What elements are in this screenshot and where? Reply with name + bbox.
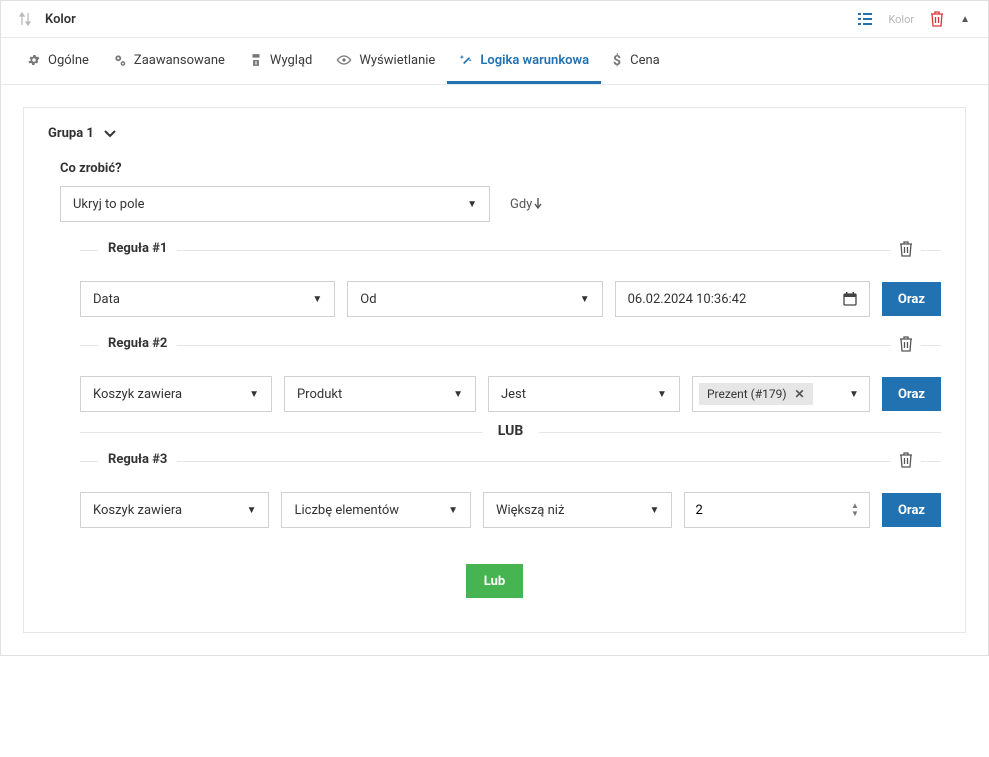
rule-row: Koszyk zawiera ▼ Liczbę elementów ▼ Więk… — [80, 492, 941, 528]
tab-appearance[interactable]: Wygląd — [237, 38, 324, 84]
or-button[interactable]: Lub — [466, 564, 523, 598]
arrow-down-icon — [534, 198, 542, 210]
and-button[interactable]: Oraz — [882, 377, 941, 411]
rule-date-value: 06.02.2024 10:36:42 — [628, 292, 747, 307]
chevron-down-icon: ▼ — [657, 389, 667, 400]
and-button[interactable]: Oraz — [882, 282, 941, 316]
tab-conditional-logic[interactable]: Logika warunkowa — [447, 38, 601, 84]
delete-field-icon[interactable] — [930, 11, 944, 27]
chevron-down-icon: ▼ — [849, 389, 865, 400]
chevron-down-icon: ▼ — [247, 505, 257, 516]
rule-legend: Reguła #2 — [98, 336, 177, 351]
wand-icon — [459, 53, 473, 68]
action-select[interactable]: Ukryj to pole ▼ — [60, 186, 490, 222]
tab-label: Ogólne — [48, 53, 89, 68]
or-divider: LUB — [80, 432, 941, 433]
gear-icon — [27, 53, 41, 68]
tab-advanced[interactable]: Zaawansowane — [101, 38, 237, 84]
panel-header-right: Kolor ▲ — [858, 11, 970, 27]
rule-row: Koszyk zawiera ▼ Produkt ▼ Jest ▼ — [80, 376, 941, 412]
conditional-panel: Grupa 1 Co zrobić? Ukryj to pole ▼ Gdy — [23, 107, 966, 633]
group-label: Grupa 1 — [48, 126, 94, 141]
or-label: LUB — [482, 423, 540, 439]
panel-title: Kolor — [45, 12, 76, 27]
when-label: Gdy — [510, 197, 542, 212]
rule-field-select[interactable]: Koszyk zawiera ▼ — [80, 492, 269, 528]
tab-label: Wyświetlanie — [359, 53, 435, 68]
rule-date-input[interactable]: 06.02.2024 10:36:42 — [615, 281, 870, 317]
tab-label: Cena — [630, 53, 660, 68]
chevron-down-icon: ▼ — [249, 389, 259, 400]
chevron-down-icon: ▼ — [650, 505, 660, 516]
rule-1: Reguła #1 Data ▼ Od ▼ — [48, 250, 941, 317]
svg-text:$: $ — [613, 52, 621, 68]
rule-op-value: Większą niż — [496, 503, 564, 518]
delete-rule-icon[interactable] — [891, 452, 921, 468]
rule-op-value: Od — [360, 292, 376, 307]
rule-field-select[interactable]: Data ▼ — [80, 281, 335, 317]
delete-rule-icon[interactable] — [891, 336, 921, 352]
panel-header-left: Kolor — [19, 11, 76, 27]
collapse-caret-icon[interactable]: ▲ — [960, 14, 970, 25]
rule-row: Data ▼ Od ▼ 06.02.2024 10:36:42 — [80, 281, 941, 317]
rule-operator-select[interactable]: Od ▼ — [347, 281, 602, 317]
delete-rule-icon[interactable] — [891, 241, 921, 257]
action-value: Ukryj to pole — [73, 197, 145, 212]
rule-field-value: Koszyk zawiera — [93, 387, 182, 402]
rule-operator-select[interactable]: Jest ▼ — [488, 376, 680, 412]
sort-drag-icon[interactable] — [19, 11, 31, 27]
chevron-down-icon: ▼ — [580, 294, 590, 305]
rule-number-input[interactable]: ▲▼ — [684, 492, 869, 528]
tab-content: Grupa 1 Co zrobić? Ukryj to pole ▼ Gdy — [1, 85, 988, 655]
field-type-label: Kolor — [888, 13, 914, 26]
calendar-icon[interactable] — [843, 292, 857, 307]
product-tag-label: Prezent (#179) — [707, 387, 787, 401]
rule-3: Reguła #3 Koszyk zawiera ▼ Liczbę elemen… — [48, 461, 941, 528]
and-button[interactable]: Oraz — [882, 493, 941, 527]
action-row: Ukryj to pole ▼ Gdy — [60, 186, 941, 222]
rule-product-select[interactable]: Prezent (#179) ✕ ▼ — [692, 376, 870, 412]
field-panel: Kolor Kolor ▲ Ogólne Zaawansowane — [0, 0, 989, 656]
rule-operator-select[interactable]: Większą niż ▼ — [483, 492, 672, 528]
chevron-down-icon: ▼ — [453, 389, 463, 400]
product-tag: Prezent (#179) ✕ — [699, 383, 813, 405]
remove-tag-icon[interactable]: ✕ — [795, 387, 805, 401]
tab-label: Wygląd — [270, 53, 312, 68]
rule-2: Reguła #2 Koszyk zawiera ▼ Produkt ▼ — [48, 345, 941, 412]
rule-legend: Reguła #3 — [98, 452, 177, 467]
number-field[interactable] — [695, 503, 851, 518]
chevron-down-icon: ▼ — [467, 199, 477, 210]
rule-kind-select[interactable]: Produkt ▼ — [284, 376, 476, 412]
paint-icon — [249, 53, 263, 68]
tab-label: Zaawansowane — [134, 53, 225, 68]
eye-icon — [336, 53, 352, 68]
gears-icon — [113, 53, 127, 68]
rule-field-value: Koszyk zawiera — [93, 503, 182, 518]
chevron-down-icon: ▼ — [448, 505, 458, 516]
rule-op-value: Jest — [501, 387, 526, 402]
tabs-bar: Ogólne Zaawansowane Wygląd Wyświetlanie … — [1, 38, 988, 85]
rule-field-select[interactable]: Koszyk zawiera ▼ — [80, 376, 272, 412]
what-to-do-label: Co zrobić? — [60, 161, 941, 176]
group-header[interactable]: Grupa 1 — [48, 126, 941, 141]
rule-kind-value: Liczbę elementów — [294, 503, 399, 518]
tab-label: Logika warunkowa — [480, 53, 589, 68]
panel-header: Kolor Kolor ▲ — [1, 1, 988, 38]
rule-legend: Reguła #1 — [98, 241, 177, 256]
number-spinner[interactable]: ▲▼ — [851, 502, 859, 518]
rule-kind-value: Produkt — [297, 387, 342, 402]
chevron-down-icon: ▼ — [312, 294, 322, 305]
chevron-down-icon — [104, 127, 116, 141]
rule-kind-select[interactable]: Liczbę elementów ▼ — [281, 492, 470, 528]
tab-general[interactable]: Ogólne — [15, 38, 101, 84]
tab-price[interactable]: $ Cena — [601, 38, 672, 84]
dollar-icon: $ — [613, 52, 623, 68]
list-icon[interactable] — [858, 11, 872, 27]
rule-field-value: Data — [93, 292, 120, 307]
tab-display[interactable]: Wyświetlanie — [324, 38, 447, 84]
